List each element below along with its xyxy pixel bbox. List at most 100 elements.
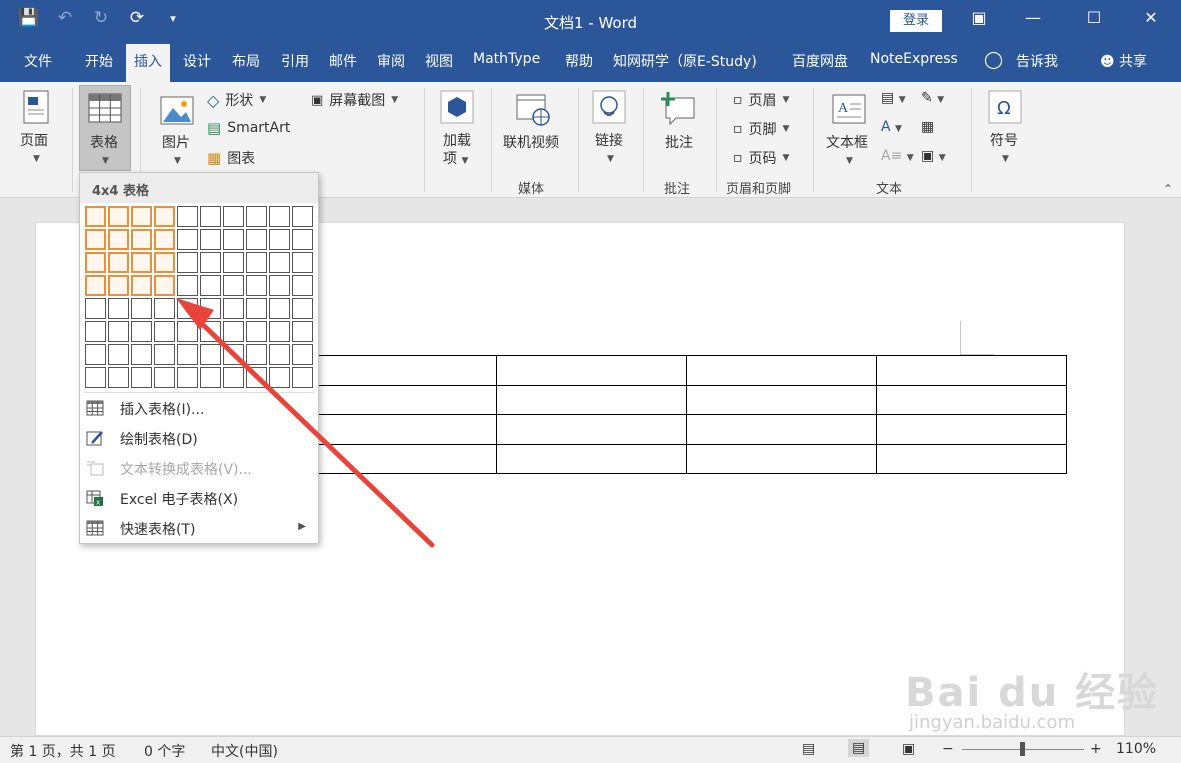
grid-cell[interactable] bbox=[131, 275, 152, 296]
grid-cell[interactable] bbox=[131, 252, 152, 273]
grid-cell[interactable] bbox=[223, 298, 244, 319]
grid-cell[interactable] bbox=[200, 344, 221, 365]
online-video-button[interactable]: 联机视频 bbox=[503, 132, 559, 152]
comment-button[interactable]: 批注 bbox=[665, 132, 693, 152]
pages-button[interactable]: 页面 bbox=[20, 130, 48, 150]
picture-button[interactable]: 图片 bbox=[162, 132, 190, 152]
grid-cell[interactable] bbox=[246, 344, 267, 365]
grid-cell[interactable] bbox=[223, 321, 244, 342]
grid-cell[interactable] bbox=[269, 321, 290, 342]
chart-button[interactable]: ▦ 图表 bbox=[207, 148, 255, 168]
zoom-slider-thumb[interactable] bbox=[1020, 742, 1025, 756]
grid-cell[interactable] bbox=[200, 367, 221, 388]
grid-cell[interactable] bbox=[131, 206, 152, 227]
wordart-icon[interactable]: A ▼ bbox=[881, 119, 902, 135]
grid-cell[interactable] bbox=[85, 229, 106, 250]
tab-layout[interactable]: 布局 bbox=[232, 51, 260, 71]
footer-button[interactable]: ▫ 页脚 ▼ bbox=[733, 119, 789, 139]
close-icon[interactable]: ✕ bbox=[1136, 8, 1166, 27]
grid-cell[interactable] bbox=[108, 229, 129, 250]
grid-cell[interactable] bbox=[200, 206, 221, 227]
grid-cell[interactable] bbox=[131, 367, 152, 388]
grid-cell[interactable] bbox=[269, 229, 290, 250]
tab-mathtype[interactable]: MathType bbox=[473, 51, 540, 67]
tab-noteexpress[interactable]: NoteExpress bbox=[870, 51, 958, 67]
grid-cell[interactable] bbox=[246, 206, 267, 227]
grid-cell[interactable] bbox=[131, 344, 152, 365]
grid-cell[interactable] bbox=[177, 344, 198, 365]
grid-cell[interactable] bbox=[177, 275, 198, 296]
symbol-button[interactable]: 符号 bbox=[990, 130, 1018, 150]
insert-table-item[interactable]: 插入表格(I)... bbox=[80, 393, 318, 423]
grid-cell[interactable] bbox=[154, 344, 175, 365]
print-layout-icon[interactable]: ▤ bbox=[848, 739, 870, 757]
grid-cell[interactable] bbox=[223, 367, 244, 388]
grid-cell[interactable] bbox=[223, 344, 244, 365]
tab-references[interactable]: 引用 bbox=[281, 51, 309, 71]
header-button[interactable]: ▫ 页眉 ▼ bbox=[733, 90, 789, 110]
word-count[interactable]: 0 个字 bbox=[144, 741, 185, 761]
tab-home[interactable]: 开始 bbox=[85, 51, 113, 71]
grid-cell[interactable] bbox=[131, 321, 152, 342]
quick-tables-item[interactable]: 快速表格(T) ▶ bbox=[80, 513, 318, 543]
object-icon[interactable]: ▣ ▼ bbox=[921, 148, 946, 164]
grid-cell[interactable] bbox=[85, 298, 106, 319]
tab-insert[interactable]: 插入 bbox=[126, 44, 170, 82]
draw-table-item[interactable]: 绘制表格(D) bbox=[80, 423, 318, 453]
grid-cell[interactable] bbox=[269, 298, 290, 319]
language-indicator[interactable]: 中文(中国) bbox=[211, 741, 278, 761]
table-size-grid[interactable] bbox=[85, 206, 313, 390]
grid-cell[interactable] bbox=[246, 298, 267, 319]
login-button[interactable]: 登录 bbox=[890, 10, 942, 32]
date-time-icon[interactable]: ▦ bbox=[921, 119, 934, 135]
grid-cell[interactable] bbox=[108, 321, 129, 342]
tab-mailings[interactable]: 邮件 bbox=[329, 51, 357, 71]
page-number-button[interactable]: ▫ 页码 ▼ bbox=[733, 148, 789, 168]
shapes-button[interactable]: ◇ 形状 ▼ bbox=[207, 90, 266, 110]
grid-cell[interactable] bbox=[246, 252, 267, 273]
grid-cell[interactable] bbox=[200, 321, 221, 342]
link-button[interactable]: 链接 bbox=[595, 130, 623, 150]
tab-review[interactable]: 审阅 bbox=[377, 51, 405, 71]
grid-cell[interactable] bbox=[292, 206, 313, 227]
share-button[interactable]: ☻ 共享 bbox=[1100, 51, 1147, 71]
grid-cell[interactable] bbox=[223, 206, 244, 227]
grid-cell[interactable] bbox=[246, 275, 267, 296]
zoom-in-button[interactable]: + bbox=[1090, 741, 1102, 757]
grid-cell[interactable] bbox=[269, 252, 290, 273]
quick-parts-icon[interactable]: ▤ ▼ bbox=[881, 90, 906, 106]
addins-button[interactable]: 加载 bbox=[443, 130, 471, 150]
grid-cell[interactable] bbox=[292, 252, 313, 273]
zoom-out-button[interactable]: − bbox=[942, 741, 954, 757]
grid-cell[interactable] bbox=[154, 298, 175, 319]
grid-cell[interactable] bbox=[292, 344, 313, 365]
grid-cell[interactable] bbox=[269, 206, 290, 227]
grid-cell[interactable] bbox=[108, 206, 129, 227]
read-mode-icon[interactable]: ▤ bbox=[802, 741, 815, 757]
maximize-icon[interactable]: ☐ bbox=[1079, 8, 1109, 27]
grid-cell[interactable] bbox=[223, 252, 244, 273]
inserted-table[interactable] bbox=[306, 355, 1067, 474]
grid-cell[interactable] bbox=[246, 229, 267, 250]
grid-cell[interactable] bbox=[85, 275, 106, 296]
grid-cell[interactable] bbox=[292, 298, 313, 319]
grid-cell[interactable] bbox=[200, 275, 221, 296]
minimize-icon[interactable]: — bbox=[1018, 8, 1048, 27]
tab-view[interactable]: 视图 bbox=[425, 51, 453, 71]
grid-cell[interactable] bbox=[292, 321, 313, 342]
tab-baidu-netdisk[interactable]: 百度网盘 bbox=[792, 51, 848, 71]
grid-cell[interactable] bbox=[177, 367, 198, 388]
lightbulb-icon[interactable]: ◯ bbox=[984, 50, 1003, 70]
smartart-button[interactable]: ▤ SmartArt bbox=[207, 119, 290, 137]
grid-cell[interactable] bbox=[85, 252, 106, 273]
grid-cell[interactable] bbox=[223, 275, 244, 296]
grid-cell[interactable] bbox=[154, 321, 175, 342]
grid-cell[interactable] bbox=[108, 298, 129, 319]
grid-cell[interactable] bbox=[108, 275, 129, 296]
grid-cell[interactable] bbox=[246, 367, 267, 388]
grid-cell[interactable] bbox=[292, 275, 313, 296]
grid-cell[interactable] bbox=[108, 252, 129, 273]
grid-cell[interactable] bbox=[85, 206, 106, 227]
grid-cell[interactable] bbox=[177, 206, 198, 227]
ribbon-display-icon[interactable]: ▣ bbox=[964, 8, 994, 27]
